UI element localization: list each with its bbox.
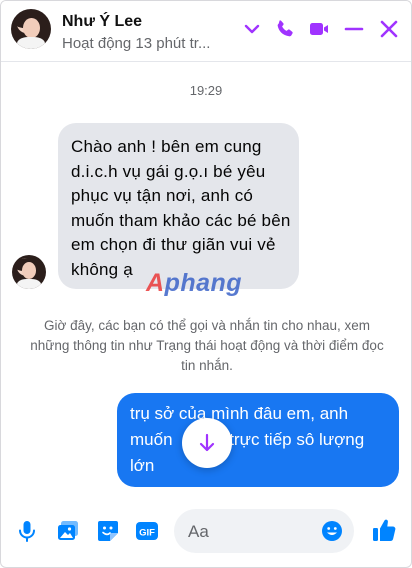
sticker-icon[interactable] (95, 518, 121, 544)
message-composer (174, 509, 354, 553)
contact-status: Hoạt động 13 phút tr... (62, 35, 211, 52)
scroll-to-bottom-button[interactable] (182, 418, 232, 468)
outgoing-message-bubble[interactable]: trụ sở của mình đâu em, anh muốn trực ti… (117, 393, 399, 487)
chat-header: Như Ý Lee Hoạt động 13 phút tr... (1, 1, 411, 62)
watermark-logo: Aphang (146, 269, 243, 297)
contact-name[interactable]: Như Ý Lee (62, 13, 142, 31)
incoming-message-bubble[interactable]: Chào anh ! bên em cung d.i.c.h vụ gái g.… (58, 123, 299, 289)
gif-icon[interactable]: GIF (134, 518, 160, 544)
close-icon[interactable] (377, 17, 401, 41)
microphone-icon[interactable] (14, 518, 40, 544)
phone-icon[interactable] (273, 17, 297, 41)
message-timestamp: 19:29 (189, 83, 223, 98)
image-icon[interactable] (55, 518, 81, 544)
outgoing-message-text: trụ sở của mình đâu em, anh muốn trực ti… (130, 404, 369, 475)
minimize-icon[interactable] (342, 17, 366, 41)
connection-notice: Giờ đây, các bạn có thể gọi và nhắn tin … (30, 318, 384, 373)
contact-avatar[interactable] (11, 9, 51, 49)
sender-avatar[interactable] (12, 255, 46, 289)
message-input[interactable] (186, 519, 320, 545)
incoming-message-text: Chào anh ! bên em cung d.i.c.h vụ gái g.… (71, 137, 291, 279)
emoji-icon[interactable] (320, 519, 344, 543)
svg-text:GIF: GIF (139, 528, 155, 539)
chat-window: Như Ý Lee Hoạt động 13 phút tr... 19:29 … (0, 0, 412, 568)
chevron-down-icon[interactable] (240, 17, 264, 41)
arrow-down-icon (199, 433, 215, 452)
like-icon[interactable] (370, 516, 398, 544)
video-icon[interactable] (307, 17, 331, 41)
